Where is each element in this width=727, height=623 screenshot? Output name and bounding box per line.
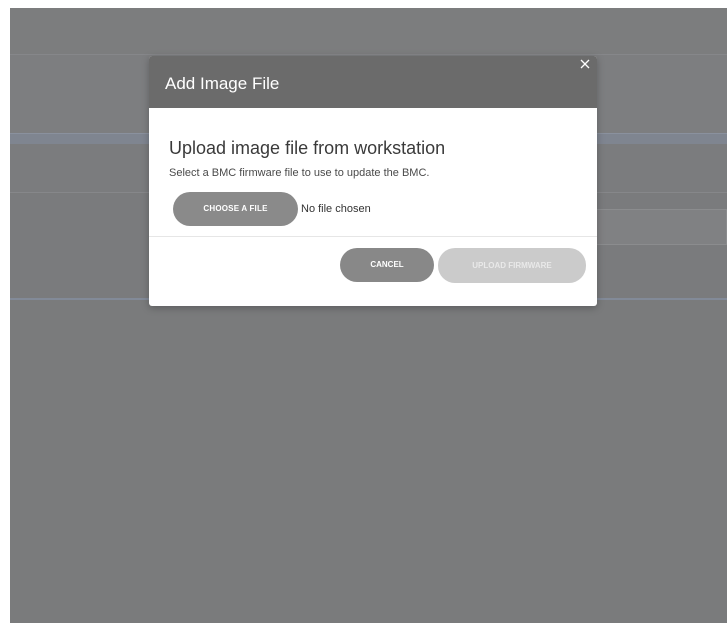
upload-firmware-button[interactable]: UPLOAD FIRMWARE [438, 248, 586, 283]
dialog-title: Add Image File [165, 74, 280, 93]
upload-description: Select a BMC firmware file to use to upd… [169, 167, 430, 179]
background-header-band [10, 8, 727, 55]
add-image-file-dialog: Add Image File Upload image file from wo… [149, 56, 597, 306]
upload-heading: Upload image file from workstation [169, 138, 446, 158]
dialog-header: Add Image File [149, 56, 597, 108]
dialog-body: Upload image file from workstation Selec… [149, 108, 597, 236]
close-icon[interactable] [577, 56, 593, 72]
choose-file-button[interactable]: CHOOSE A FILE [173, 192, 298, 226]
cancel-button[interactable]: CANCEL [340, 248, 434, 282]
file-status-text: No file chosen [301, 203, 371, 215]
dialog-divider [149, 236, 597, 237]
background-input [590, 209, 727, 245]
